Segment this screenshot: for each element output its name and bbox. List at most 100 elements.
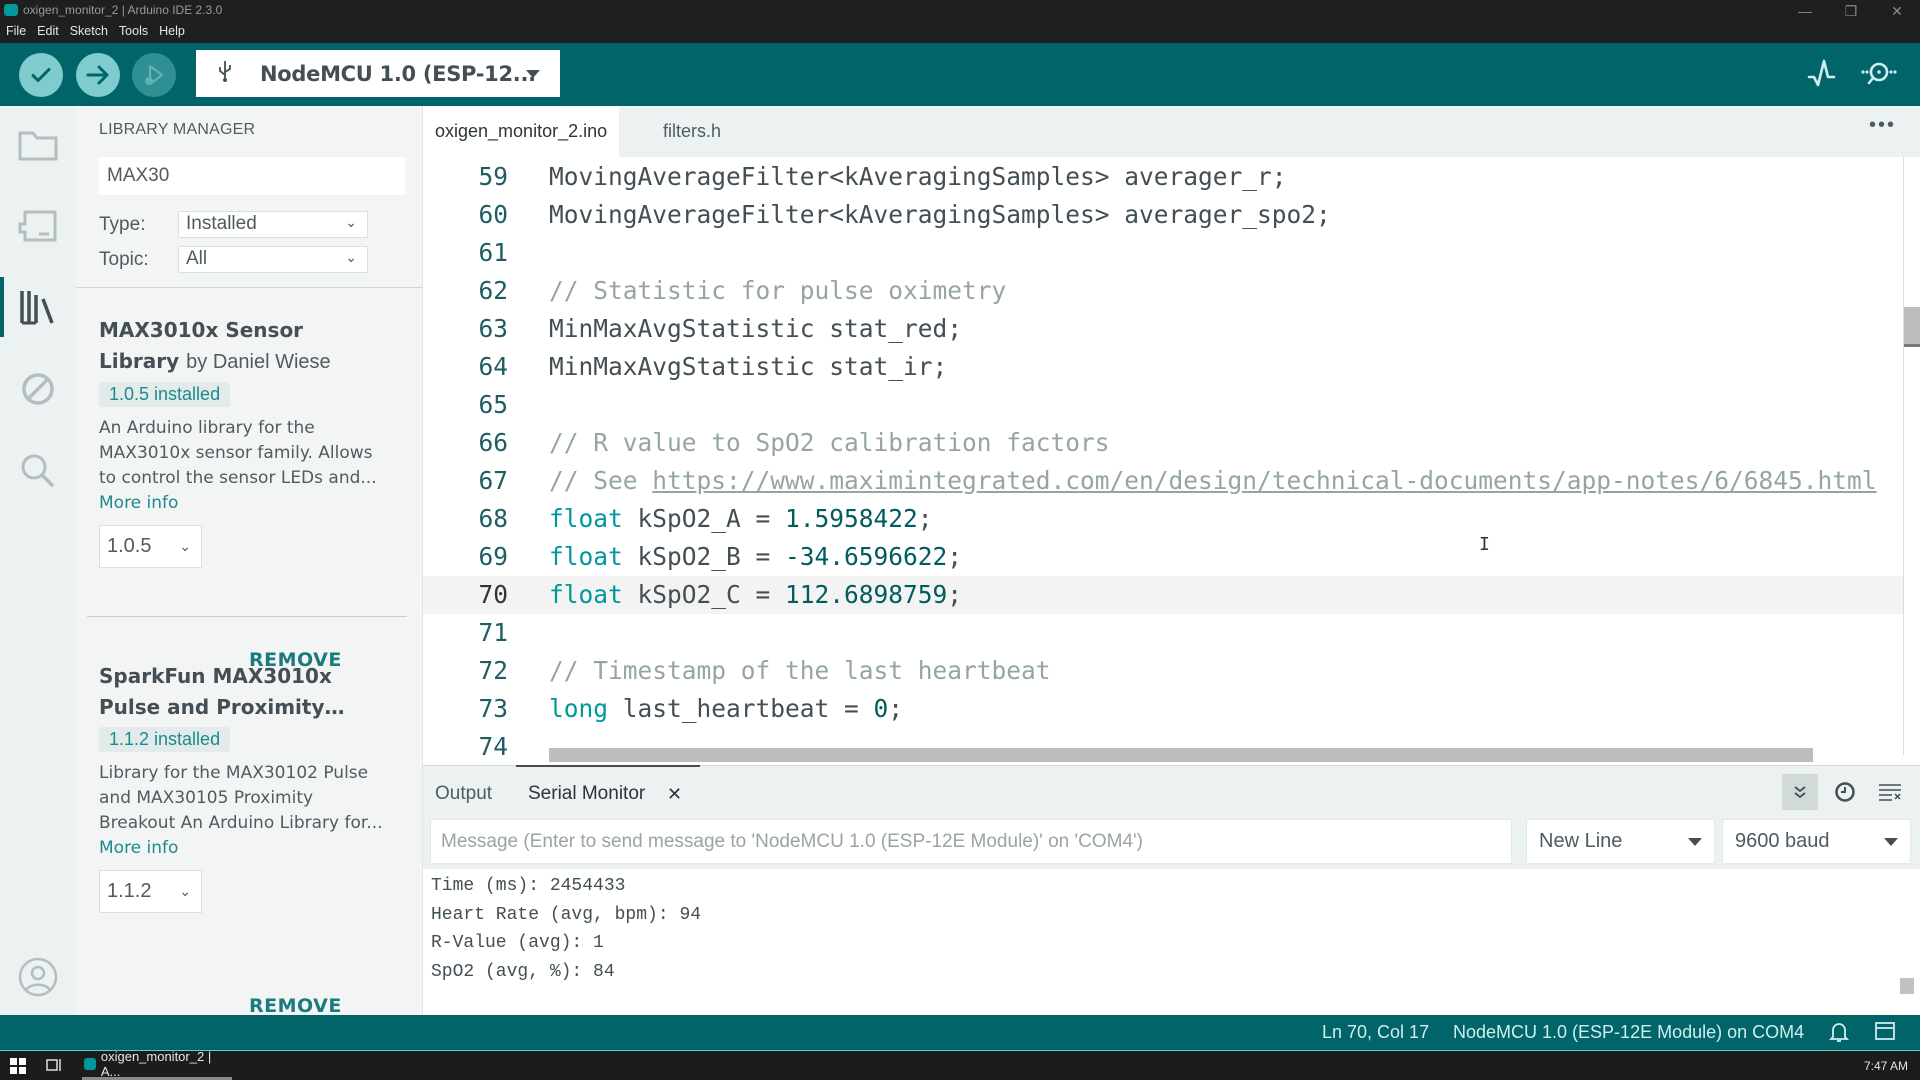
maximize-button[interactable]: ❐ <box>1828 0 1874 22</box>
timestamp-button[interactable] <box>1827 774 1863 810</box>
title-bar: oxigen_monitor_2 | Arduino IDE 2.3.0 Fil… <box>0 0 1920 43</box>
taskbar-app-arduino[interactable]: oxigen_monitor_2 | A... <box>82 1049 232 1080</box>
serial-plotter-button[interactable] <box>1806 57 1838 94</box>
more-info-link[interactable]: More info <box>99 491 409 516</box>
version-select[interactable]: 1.1.2 ⌄ <box>99 870 202 913</box>
topic-select[interactable]: All ⌄ <box>178 246 368 273</box>
line-ending-select[interactable]: New Line <box>1526 819 1715 864</box>
menu-file[interactable]: File <box>6 24 26 38</box>
code-token: MinMaxAvgStatistic stat_ir; <box>549 352 948 381</box>
cursor-position[interactable]: Ln 70, Col 17 <box>1322 1022 1429 1043</box>
installed-badge: 1.0.5 installed <box>99 382 231 407</box>
code-token: MinMaxAvgStatistic stat_red; <box>549 314 963 343</box>
remove-button[interactable]: REMOVE <box>249 995 342 1017</box>
tab-oxigen-monitor-ino[interactable]: oxigen_monitor_2.ino <box>423 106 620 157</box>
debug-panel-button[interactable] <box>0 359 76 419</box>
line-number: 64 <box>478 352 508 381</box>
code-token: MovingAverageFilter<kAveragingSamples> a… <box>549 162 1287 191</box>
line-number: 70 <box>478 580 508 609</box>
task-view-button[interactable] <box>45 1057 63 1077</box>
taskbar-app-label: oxigen_monitor_2 | A... <box>100 1049 212 1079</box>
tab-filters-h[interactable]: filters.h <box>651 106 733 157</box>
code-text: float kSpO2_A = 1.5958422; <box>549 500 933 538</box>
folder-icon <box>18 131 58 161</box>
verify-button[interactable] <box>19 53 63 97</box>
code-line[interactable]: 73 long last_heartbeat = 0; <box>423 690 1903 728</box>
code-line[interactable]: 63 MinMaxAvgStatistic stat_red; <box>423 310 1903 348</box>
line-number: 61 <box>478 238 508 267</box>
number-token: 1.5958422 <box>785 504 918 533</box>
menu-sketch[interactable]: Sketch <box>70 24 108 38</box>
notifications-button[interactable] <box>1828 1020 1850 1049</box>
menu-help[interactable]: Help <box>159 24 185 38</box>
serial-scrollbar[interactable] <box>1900 978 1914 994</box>
library-name: SparkFun MAX3010x Pulse and Proximity… <box>99 664 345 719</box>
line-number: 62 <box>478 276 508 305</box>
code-line[interactable]: 69 float kSpO2_B = -34.6596622; <box>423 538 1903 576</box>
usb-icon <box>216 59 246 89</box>
close-icon[interactable]: ✕ <box>667 784 682 805</box>
serial-monitor-button[interactable] <box>1858 57 1900 94</box>
minimize-button[interactable]: — <box>1782 0 1828 22</box>
chevron-down-icon: ⌄ <box>179 538 191 554</box>
type-select[interactable]: Installed ⌄ <box>178 211 368 238</box>
code-line[interactable]: 62 // Statistic for pulse oximetry <box>423 272 1903 310</box>
serial-message-input[interactable]: Message (Enter to send message to 'NodeM… <box>430 819 1512 864</box>
more-info-link[interactable]: More info <box>99 836 409 861</box>
windows-start-button[interactable] <box>10 1058 26 1079</box>
type-label: Type: <box>99 214 146 235</box>
baud-rate-select[interactable]: 9600 baud <box>1722 819 1911 864</box>
board-name: NodeMCU 1.0 (ESP-12... <box>260 61 536 86</box>
toggle-panel-button[interactable] <box>1874 1021 1896 1046</box>
code-line[interactable]: 70 float kSpO2_C = 112.6898759; <box>423 576 1903 614</box>
line-number: 74 <box>478 732 508 755</box>
profile-button[interactable] <box>0 947 76 1007</box>
version-select[interactable]: 1.0.5 ⌄ <box>99 525 202 568</box>
code-line[interactable]: 61 <box>423 234 1903 272</box>
url-link[interactable]: https://www.maximintegrated.com/en/desig… <box>652 466 1876 495</box>
code-line[interactable]: 72 // Timestamp of the last heartbeat <box>423 652 1903 690</box>
topic-label: Topic: <box>99 249 149 270</box>
chevron-down-icon <box>526 70 540 78</box>
debug-button[interactable] <box>132 53 176 97</box>
boards-manager-button[interactable] <box>0 196 76 256</box>
autoscroll-button[interactable] <box>1782 774 1818 810</box>
tab-serial-monitor[interactable]: Serial Monitor <box>528 783 645 805</box>
horizontal-scrollbar[interactable] <box>549 748 1813 762</box>
board-icon <box>18 210 57 242</box>
more-horizontal-icon[interactable]: ••• <box>1869 114 1896 137</box>
arduino-logo-icon <box>84 1058 96 1070</box>
code-line[interactable]: 71 <box>423 614 1903 652</box>
code-line[interactable]: 64 MinMaxAvgStatistic stat_ir; <box>423 348 1903 386</box>
code-line[interactable]: 68 float kSpO2_A = 1.5958422; <box>423 500 1903 538</box>
status-bar: Ln 70, Col 17 NodeMCU 1.0 (ESP-12E Modul… <box>0 1015 1920 1050</box>
debug-icon <box>145 64 164 86</box>
code-line[interactable]: 66 // R value to SpO2 calibration factors <box>423 424 1903 462</box>
code-line[interactable]: 65 <box>423 386 1903 424</box>
board-selector[interactable]: NodeMCU 1.0 (ESP-12... <box>196 50 560 97</box>
vertical-scrollbar[interactable] <box>1903 157 1920 755</box>
upload-button[interactable] <box>76 53 120 97</box>
clear-output-button[interactable] <box>1872 774 1908 810</box>
menu-tools[interactable]: Tools <box>119 24 148 38</box>
keyword-token: float <box>549 504 623 533</box>
library-search-input[interactable]: MAX30 <box>99 157 405 195</box>
code-area[interactable]: 59 MovingAverageFilter<kAveragingSamples>… <box>423 157 1903 755</box>
activity-bar <box>0 106 76 1015</box>
library-manager-button[interactable] <box>0 277 76 337</box>
menu-edit[interactable]: Edit <box>37 24 59 38</box>
number-token: -34.6596622 <box>785 542 948 571</box>
scrollbar-thumb[interactable] <box>1904 307 1920 347</box>
code-line[interactable]: 60 MovingAverageFilter<kAveragingSamples>… <box>423 196 1903 234</box>
search-button[interactable] <box>0 441 76 501</box>
code-editor: oxigen_monitor_2.ino filters.h ••• 59 Mov… <box>423 106 1920 765</box>
code-text: // See https://www.maximintegrated.com/e… <box>549 462 1877 500</box>
sketchbook-button[interactable] <box>0 115 76 175</box>
board-status[interactable]: NodeMCU 1.0 (ESP-12E Module) on COM4 <box>1453 1022 1804 1043</box>
tab-label: filters.h <box>663 121 722 141</box>
tab-output[interactable]: Output <box>435 783 492 805</box>
close-button[interactable]: ✕ <box>1874 0 1920 22</box>
code-line[interactable]: 67 // See https://www.maximintegrated.com… <box>423 462 1903 500</box>
user-icon <box>18 957 58 997</box>
code-line[interactable]: 59 MovingAverageFilter<kAveragingSamples>… <box>423 158 1903 196</box>
